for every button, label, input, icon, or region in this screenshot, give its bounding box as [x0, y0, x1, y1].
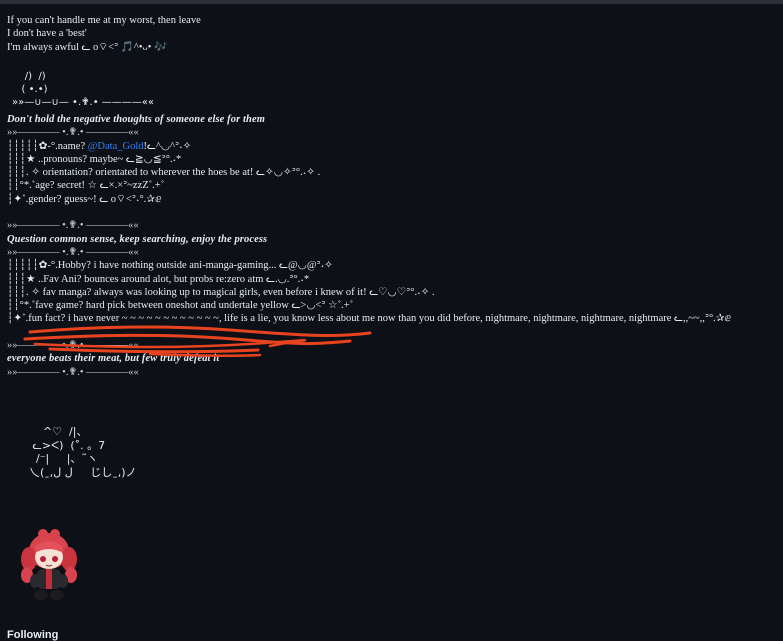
top-bar [0, 0, 783, 4]
quote-negative-thoughts: Don't hold the negative thoughts of some… [7, 114, 266, 125]
quote-meat: everyone beats their meat, but few truly… [7, 353, 220, 365]
following-heading: Following [7, 629, 59, 641]
divider: »»———— •.✟.• ————«« [7, 246, 139, 258]
divider: »»———— •.✟.• ————«« [7, 366, 139, 378]
bio-line-1: If you can't handle me at my worst, then… [7, 15, 201, 26]
divider: »»———— •.✟.• ————«« [7, 220, 139, 232]
about-gender: ┆✦˚.gender? guess~! ᓚ o⌔<ᐣ˖°.✰ⅇ [7, 193, 162, 205]
fun-fact-rest: you know less about me now than you did … [270, 313, 732, 325]
bio-line-3: I'm always awful ᓚ o⌔<ᐣ 🎵^•ᴗ• 🎶 [7, 41, 168, 53]
profile-readme: If you can't handle me at my worst, then… [7, 14, 777, 54]
user-mention-link[interactable]: @Data_Gold [88, 141, 144, 152]
divider: »»———— •.✟.• ————«« [7, 127, 139, 139]
bunny-ascii-art: /) /) ( •.•) »»—∪—∪— •.✟.• ————«« [12, 71, 155, 108]
fav-ani-line: ┆┆┆★ ..Fav Ani? bounces around alot, but… [7, 273, 310, 285]
divider: »»———— •.✟.• ————«« [7, 340, 139, 352]
plush-avatar-image [21, 529, 77, 600]
profile-readme-body: Don't hold the negative thoughts of some… [7, 113, 777, 379]
about-name-suffix: !ᓚ^◡^ᐣ˖✧ [143, 140, 192, 152]
fun-fact-scribbled: ┆✦˚.fun fact? i have never ~ ~ ~ ~ ~ ~ ~… [7, 313, 271, 325]
about-orientation: ┆┆┆. ✧ orientation? orientated to wherev… [7, 167, 321, 179]
about-name-prefix: ┆┆┆┆┆✿-°.name? [7, 140, 88, 152]
fav-manga-line: ┆┆┆. ✧ fav manga? always was looking up … [7, 286, 435, 298]
quote-common-sense: Question common sense, keep searching, e… [7, 233, 268, 245]
about-pronouns: ┆┆┆★ ..pronouns? maybe~ ᓚ≧◡≦ᐣ°.˖* [7, 153, 182, 165]
bio-line-2: I don't have a 'best' [7, 28, 87, 40]
fun-fact-line: ┆✦˚.fun fact? i have never ~ ~ ~ ~ ~ ~ ~… [7, 312, 777, 325]
fave-game-line: ┆┆°*.˚fave game? hard pick between onesh… [7, 300, 354, 312]
about-name: ┆┆┆┆┆✿-°.name? @Data_Gold!ᓚ^◡^ᐣ˖✧ [7, 140, 777, 153]
about-age: ┆┆°*.˚age? secret! ☆ ᓚ×.×ᐣ~zzZ˚.+˚ [7, 180, 165, 192]
cat-ascii-art: ^♡ /|、 ᓚ>ᐸ) (˚. 。7 /⁻| |、˜ヽ 乀(ˍ,ل ل じしˍ,… [28, 425, 137, 479]
hobby-line: ┆┆┆┆┆✿-°.Hobby? i have nothing outside a… [7, 260, 333, 272]
